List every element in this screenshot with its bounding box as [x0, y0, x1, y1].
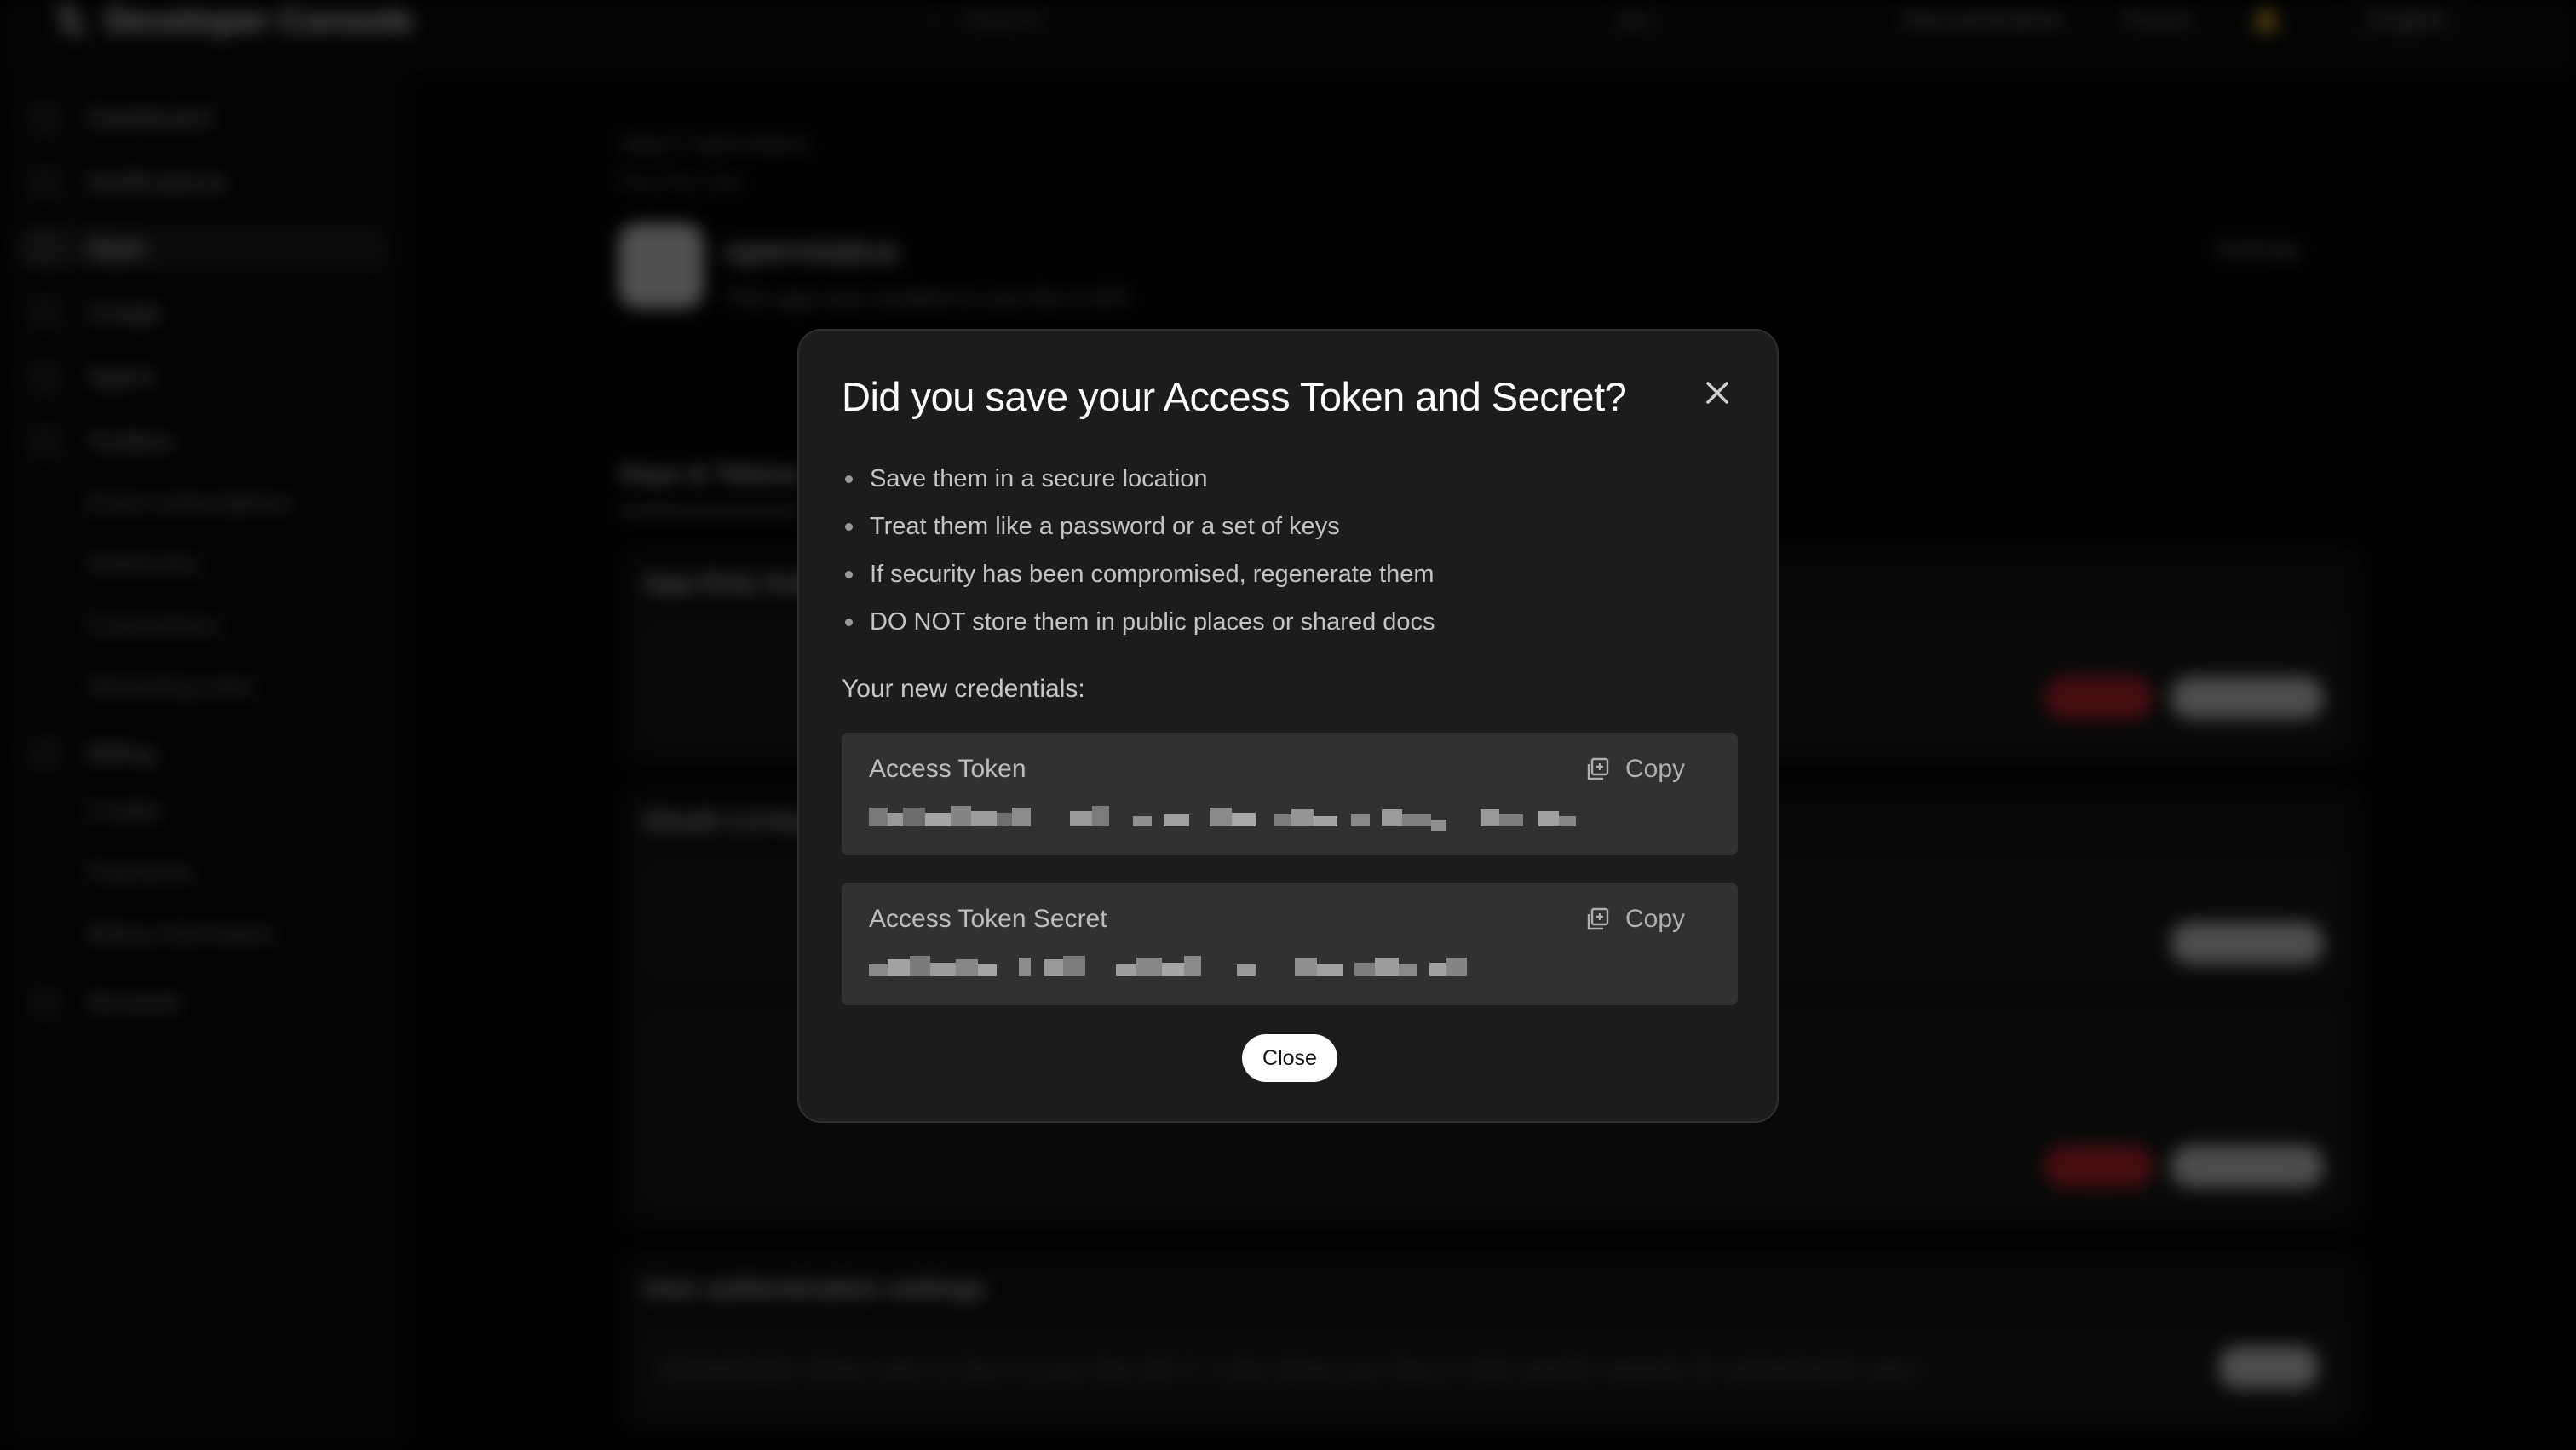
bullet-icon	[845, 522, 853, 531]
redacted-token-value	[869, 806, 1576, 831]
access-token-secret-label: Access Token Secret	[869, 905, 1107, 933]
access-token-box: Access Token Copy	[842, 733, 1738, 855]
copy-icon	[1587, 907, 1609, 930]
list-item: DO NOT store them in public places or sh…	[842, 598, 1435, 646]
copy-access-token-secret-button[interactable]: Copy	[1584, 900, 1685, 939]
access-token-label: Access Token	[869, 755, 1026, 783]
bullet-icon	[845, 618, 853, 626]
credentials-heading: Your new credentials:	[842, 675, 1085, 703]
security-tips-list: Save them in a secure location Treat the…	[842, 455, 1435, 646]
close-icon[interactable]	[1700, 376, 1734, 410]
redacted-secret-value	[869, 956, 1467, 976]
access-token-secret-box: Access Token Secret Copy	[842, 883, 1738, 1005]
save-credentials-dialog: Did you save your Access Token and Secre…	[797, 329, 1779, 1123]
bullet-icon	[845, 570, 853, 578]
copy-access-token-button[interactable]: Copy	[1584, 750, 1685, 789]
list-item: Save them in a secure location	[842, 455, 1435, 503]
dialog-title: Did you save your Access Token and Secre…	[842, 374, 1627, 419]
close-button[interactable]: Close	[1242, 1034, 1337, 1082]
list-item: If security has been compromised, regene…	[842, 550, 1435, 598]
list-item: Treat them like a password or a set of k…	[842, 503, 1435, 550]
bullet-icon	[845, 475, 853, 483]
copy-icon	[1587, 757, 1609, 780]
